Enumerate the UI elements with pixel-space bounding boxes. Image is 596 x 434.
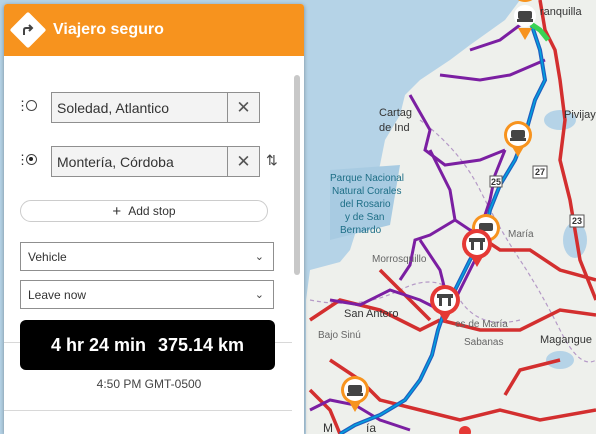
destination-input[interactable] xyxy=(52,152,219,171)
car-icon xyxy=(348,385,362,393)
route-shield-27-label: 27 xyxy=(535,167,545,177)
label-park-1: Parque Nacional xyxy=(330,173,404,184)
origin-radio[interactable] xyxy=(26,100,37,111)
scrollbar-thumb[interactable] xyxy=(294,75,300,275)
route-shield-23-label: 23 xyxy=(572,216,582,226)
clear-destination-button[interactable]: ✕ xyxy=(227,147,259,176)
origin-row: ⋮ xyxy=(16,99,37,112)
label-park-4: y de San xyxy=(345,212,384,223)
label-san-antero: San Antero xyxy=(344,308,398,320)
label-monteria-m: M xyxy=(323,421,333,434)
directions-panel: Viajero seguro ⋮ ✕ ⋮ ✕ ⇅ + Add stop Vehi… xyxy=(4,4,304,434)
destination-field[interactable]: ✕ xyxy=(51,146,260,177)
clear-origin-button[interactable]: ✕ xyxy=(227,93,259,122)
label-barranquilla: ranquilla xyxy=(540,6,582,18)
swap-stops-icon[interactable]: ⇅ xyxy=(266,152,278,169)
departure-select-value: Leave now xyxy=(28,287,87,302)
origin-input[interactable] xyxy=(52,98,219,117)
chevron-down-icon: ⌄ xyxy=(254,251,264,263)
departure-select[interactable]: Leave now ⌄ xyxy=(20,280,274,309)
drag-handle-icon[interactable]: ⋮ xyxy=(16,153,29,166)
destination-row: ⋮ xyxy=(16,153,37,166)
directions-logo-icon xyxy=(9,11,47,49)
arrival-time: 4:50 PM GMT-0500 xyxy=(96,377,202,391)
label-park-3: del Rosario xyxy=(340,199,391,210)
panel-header: Viajero seguro xyxy=(4,4,304,56)
divider xyxy=(4,410,292,411)
car-icon xyxy=(518,11,532,19)
label-monteria-a: ía xyxy=(366,421,376,434)
app-title: Viajero seguro xyxy=(53,21,164,38)
vehicle-select[interactable]: Vehicle ⌄ xyxy=(20,242,274,271)
chevron-down-icon: ⌄ xyxy=(254,289,264,301)
vehicle-select-value: Vehicle xyxy=(28,249,67,264)
label-maria: María xyxy=(508,229,534,240)
label-cartagena-1: Cartag xyxy=(379,107,412,119)
plus-icon: + xyxy=(112,202,122,220)
route-shield-25-label: 25 xyxy=(491,177,501,187)
label-park-2: Natural Corales xyxy=(332,186,401,197)
toll-icon xyxy=(469,238,485,242)
label-pivijay: Pivijay xyxy=(564,109,596,121)
panel-scrollbar[interactable] xyxy=(294,70,301,430)
drag-handle-icon[interactable]: ⋮ xyxy=(16,99,29,112)
label-montes-maria: es de María xyxy=(455,319,508,330)
car-icon xyxy=(511,130,525,138)
route-duration: 4 hr 24 min xyxy=(50,334,146,355)
add-stop-button[interactable]: + Add stop xyxy=(20,200,268,222)
label-morrosquillo: Morrosquillo xyxy=(372,254,427,265)
add-stop-label: Add stop xyxy=(128,204,176,218)
destination-radio[interactable] xyxy=(26,154,37,165)
label-park-5: Bernardo xyxy=(340,225,382,236)
toll-icon xyxy=(437,294,453,298)
route-summary: 4 hr 24 min 375.14 km xyxy=(20,320,275,370)
label-cartagena-2: de Ind xyxy=(379,122,410,134)
label-sinu: Bajo Sinú xyxy=(318,330,361,341)
origin-field[interactable]: ✕ xyxy=(51,92,260,123)
label-magangue: Magangue xyxy=(540,334,592,346)
route-distance: 375.14 km xyxy=(157,334,245,355)
label-sabanas: Sabanas xyxy=(464,337,503,348)
